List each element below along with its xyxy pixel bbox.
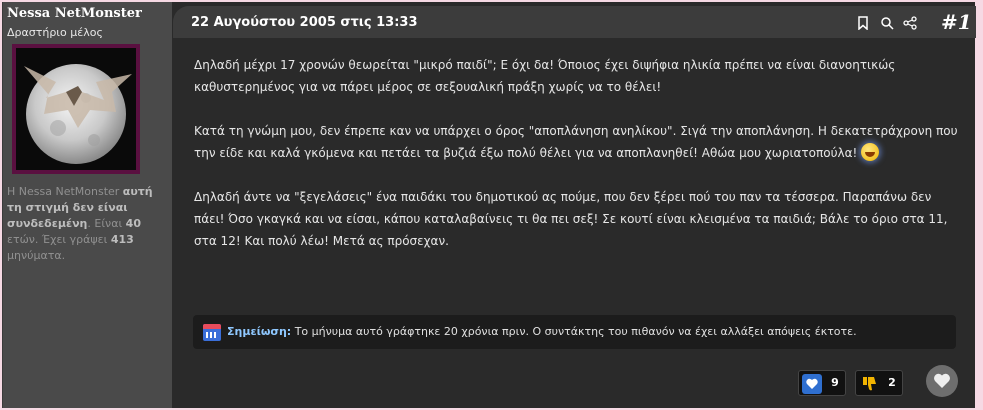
calendar-icon — [203, 324, 221, 341]
user-status: Η Nessa NetMonster αυτή τη στιγμή δεν εί… — [7, 184, 167, 264]
post-header: 22 Αυγούστου 2005 στις 13:33 #1 — [173, 6, 976, 38]
bookmark-icon[interactable] — [856, 16, 870, 31]
share-icon[interactable] — [903, 16, 917, 30]
avatar-image — [16, 48, 136, 170]
user-sidebar: Nessa NetMonster Δραστήριο μέλος Η Nessa… — [3, 2, 172, 408]
like-count: 9 — [831, 376, 839, 389]
username-link[interactable]: Nessa NetMonster — [7, 6, 142, 21]
like-reaction-button[interactable]: 9 — [798, 370, 846, 396]
user-age: 40 — [125, 217, 141, 230]
notice-label: Σημείωση: — [227, 325, 292, 338]
dislike-reaction-button[interactable]: 2 — [855, 370, 903, 396]
status-text: ετών. Έχει γράψει — [7, 233, 111, 246]
status-text: Η Nessa NetMonster — [7, 185, 123, 198]
status-text: . Είναι — [87, 217, 126, 230]
post-paragraph: Κατά τη γνώμη μου, δεν έπρεπε καν να υπά… — [194, 120, 964, 164]
post-paragraph: Δηλαδή μέχρι 17 χρονών θεωρείται "μικρό … — [194, 58, 896, 94]
notice-message: Το μήνυμα αυτό γράφτηκε 20 χρόνια πριν. … — [291, 325, 857, 338]
thumbs-down-icon — [859, 374, 879, 394]
post-body: Δηλαδή μέχρι 17 χρονών θεωρείται "μικρό … — [194, 54, 964, 274]
laughing-emoji-icon — [861, 143, 880, 161]
avatar[interactable] — [12, 44, 140, 174]
dislike-count: 2 — [888, 376, 896, 389]
status-text: μηνύματα. — [7, 249, 66, 262]
heart-icon — [934, 373, 950, 388]
post-container: Nessa NetMonster Δραστήριο μέλος Η Nessa… — [2, 2, 976, 408]
user-post-count: 413 — [110, 233, 134, 246]
post-number-link[interactable]: #1 — [941, 10, 972, 34]
search-icon[interactable] — [880, 16, 894, 30]
heart-icon — [802, 374, 822, 394]
age-notice: Σημείωση: Το μήνυμα αυτό γράφτηκε 20 χρό… — [193, 315, 956, 349]
post-datetime: 22 Αυγούστου 2005 στις 13:33 — [191, 15, 418, 30]
favorite-button[interactable] — [926, 365, 958, 397]
post-paragraph: Δηλαδή άντε να "ξεγελάσεις" ένα παιδάκι … — [194, 190, 948, 248]
post-paragraph-text: Κατά τη γνώμη μου, δεν έπρεπε καν να υπά… — [194, 124, 958, 160]
user-title: Δραστήριο μέλος — [7, 26, 103, 39]
notice-text: Σημείωση: Το μήνυμα αυτό γράφτηκε 20 χρό… — [227, 325, 857, 338]
